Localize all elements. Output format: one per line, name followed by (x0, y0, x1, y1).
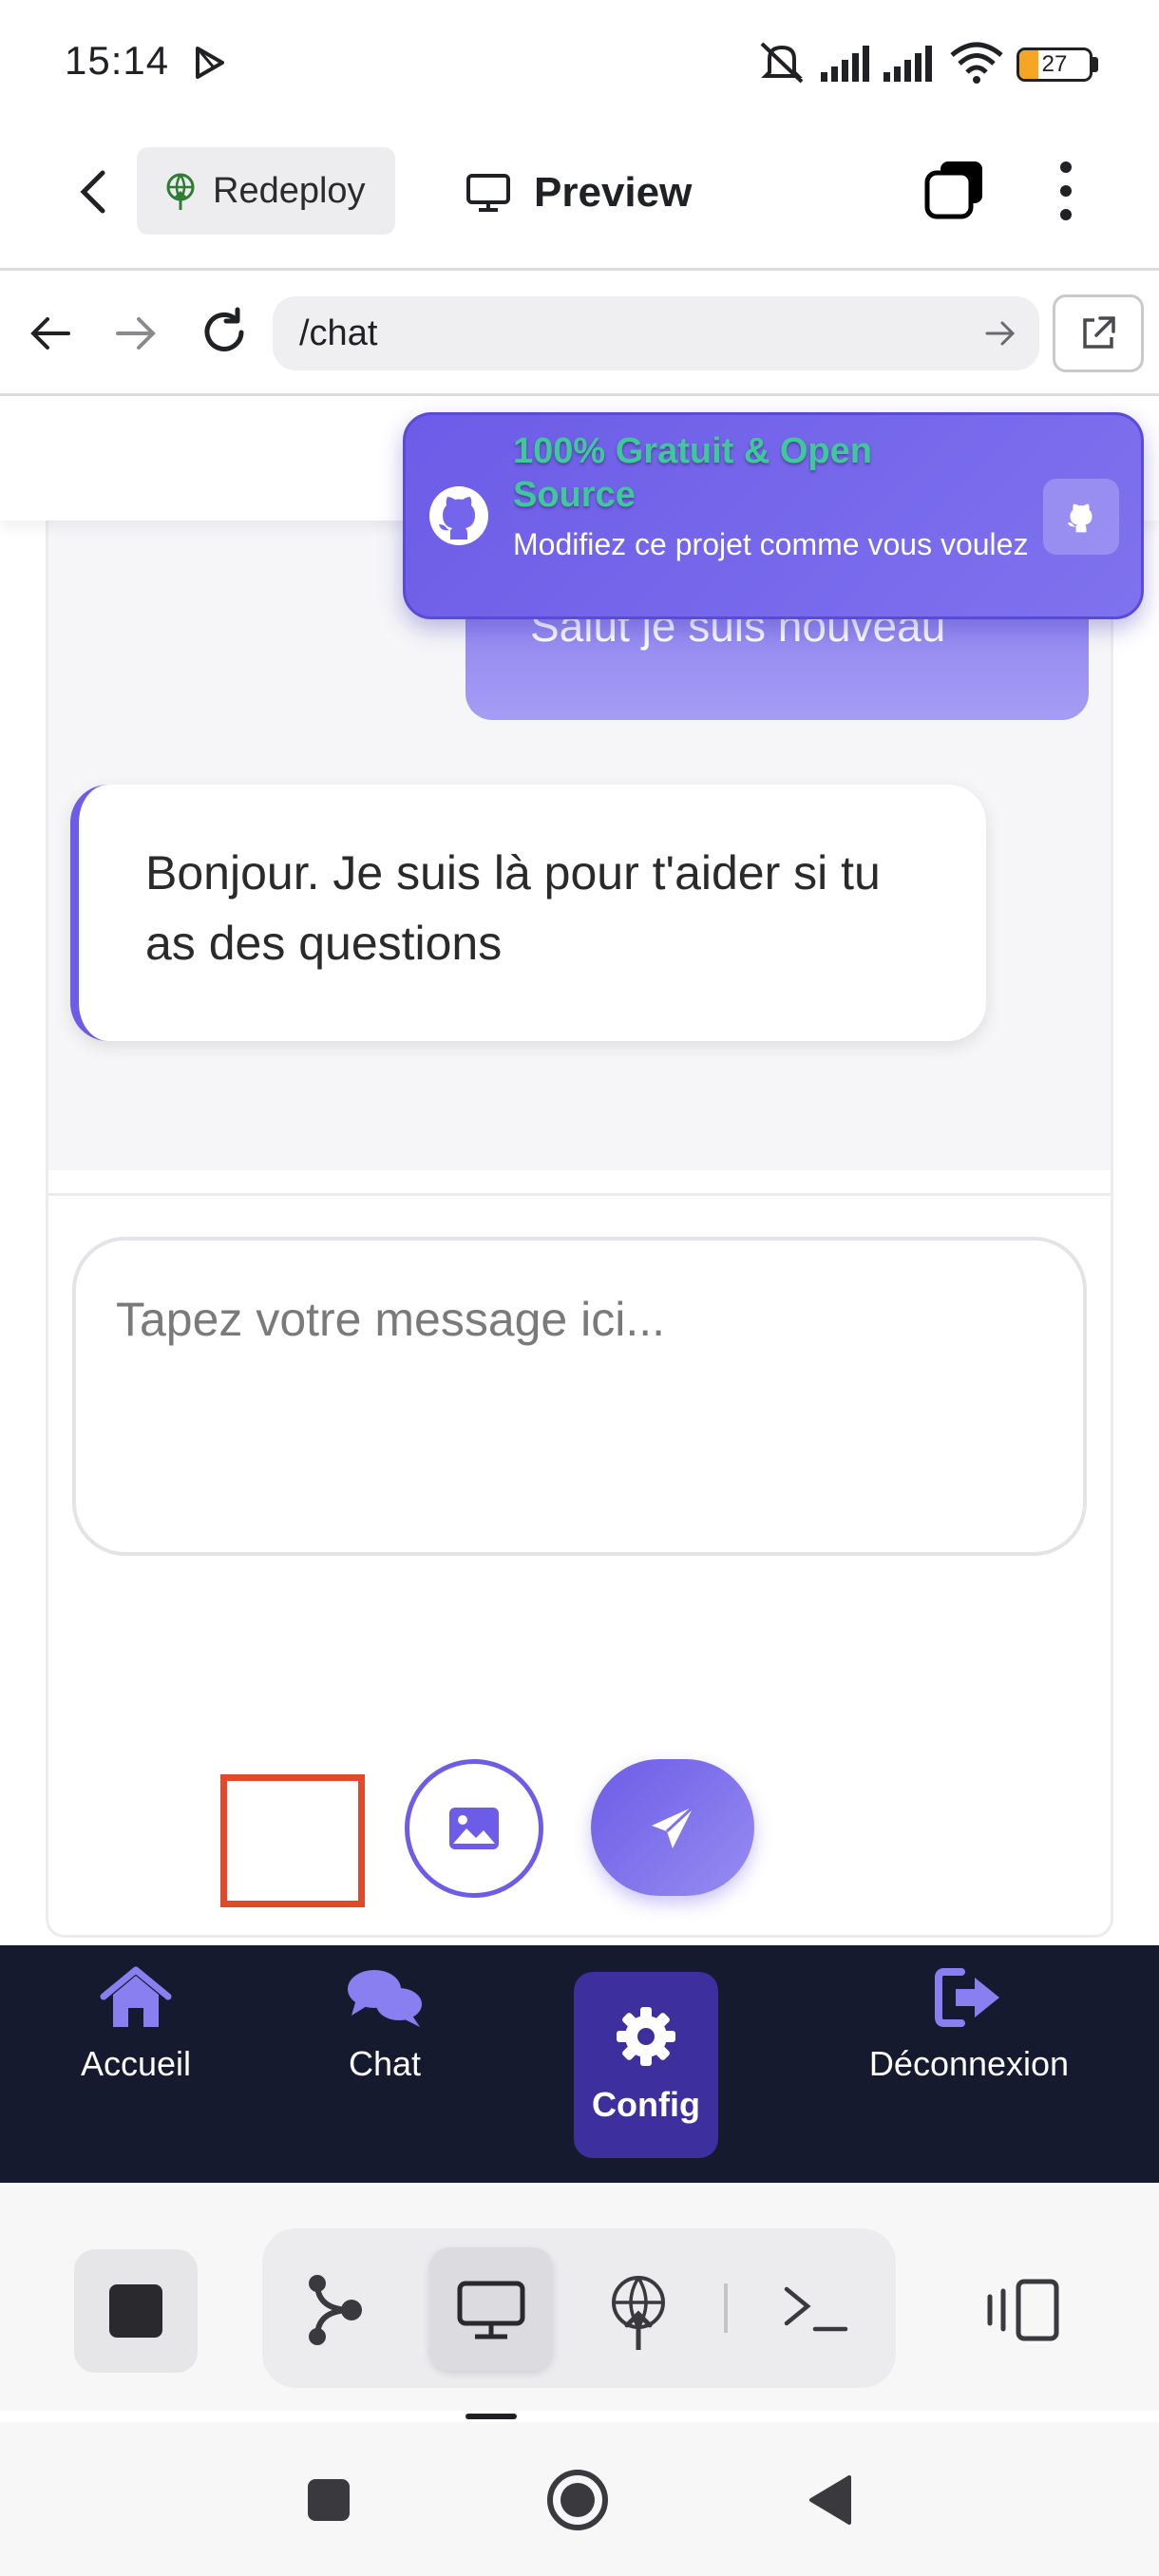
nav-label: Accueil (80, 2044, 192, 2083)
signal-icon-2 (884, 46, 937, 82)
globe-arrow-icon (163, 172, 198, 210)
external-link-icon (1083, 316, 1115, 349)
terminal-view-button[interactable] (783, 2282, 849, 2335)
nav-item-accueil[interactable]: Accueil (65, 1966, 207, 2084)
deploy-view-button[interactable] (608, 2274, 669, 2350)
redeploy-button[interactable]: Redeploy (137, 147, 395, 235)
terminal-icon (784, 2286, 848, 2332)
square-icon (308, 2479, 350, 2521)
home-button[interactable] (545, 2468, 610, 2532)
preview-tab[interactable]: Preview (466, 160, 692, 226)
browser-forward-button[interactable] (112, 310, 160, 357)
logout-icon (935, 1968, 999, 2027)
drag-handle[interactable] (466, 2414, 517, 2419)
nav-label: Config (592, 2085, 700, 2124)
url-text: /chat (299, 313, 378, 353)
toast-subtitle: Modifiez ce projet comme vous voulez (513, 527, 1029, 561)
back-button[interactable] (66, 161, 124, 222)
github-icon (1068, 503, 1092, 533)
signal-icon-1 (821, 46, 874, 82)
mute-icon (758, 40, 806, 84)
chat-icon (348, 1970, 422, 2027)
home-icon (100, 1966, 172, 2027)
highlight-box[interactable] (220, 1774, 365, 1907)
bot-message-bubble: Bonjour. Je suis là pour t'aider si tu a… (70, 785, 986, 1041)
nav-item-config[interactable]: Config (574, 1972, 718, 2158)
reload-button[interactable] (198, 306, 251, 359)
monitor-icon (466, 173, 511, 213)
battery-tip (1092, 57, 1098, 72)
github-link-button[interactable] (1043, 479, 1119, 555)
stop-button[interactable] (74, 2249, 198, 2373)
arrow-right-icon (116, 317, 156, 350)
globe-upload-icon (612, 2276, 665, 2350)
device-frame-icon (987, 2279, 1059, 2341)
triangle-back-icon (809, 2475, 851, 2525)
github-icon (428, 484, 490, 547)
bot-message-text: Bonjour. Je suis là pour t'aider si tu a… (145, 846, 881, 970)
url-field[interactable]: /chat (273, 296, 1039, 370)
nav-label: Chat (348, 2044, 422, 2083)
more-menu-button[interactable] (1045, 158, 1087, 224)
send-icon (652, 1805, 695, 1848)
arrow-left-icon (30, 317, 70, 350)
image-icon (449, 1808, 499, 1849)
battery-icon: 27 (1016, 47, 1092, 82)
tabs-button[interactable] (923, 158, 986, 220)
stop-icon (109, 2284, 162, 2338)
wifi-icon (950, 42, 1003, 84)
graph-view-button[interactable] (304, 2272, 367, 2348)
system-back-button[interactable] (806, 2473, 853, 2527)
circle-icon (547, 2470, 608, 2530)
monitor-icon (456, 2280, 526, 2340)
nav-item-deconnexion[interactable]: Déconnexion (855, 1966, 1083, 2084)
send-button[interactable] (591, 1759, 754, 1896)
status-time: 15:14 (65, 38, 170, 83)
play-store-icon (190, 44, 228, 82)
recents-button[interactable] (306, 2477, 352, 2523)
url-go-button[interactable] (984, 317, 1016, 350)
redeploy-label: Redeploy (213, 170, 366, 211)
battery-level: 27 (1041, 51, 1068, 77)
preview-label: Preview (534, 169, 693, 216)
nav-item-chat[interactable]: Chat (314, 1966, 456, 2084)
arrow-right-icon (985, 321, 1016, 346)
open-external-button[interactable] (1053, 294, 1144, 372)
separator (724, 2283, 728, 2333)
more-vertical-icon (1060, 161, 1072, 220)
nodes-icon (309, 2275, 362, 2345)
toast-title: 100% Gratuit & Open Source (513, 431, 872, 515)
device-rotate-button[interactable] (984, 2276, 1064, 2344)
attach-image-button[interactable] (405, 1759, 543, 1898)
nav-label: Déconnexion (868, 2044, 1070, 2083)
gear-icon (617, 2007, 675, 2066)
tabs-icon (924, 161, 982, 219)
divider (48, 1193, 1111, 1196)
refresh-icon (204, 307, 244, 351)
message-input[interactable]: Tapez votre message ici... (72, 1237, 1087, 1556)
chevron-left-icon (80, 170, 105, 214)
browser-back-button[interactable] (27, 310, 74, 357)
message-input-placeholder: Tapez votre message ici... (116, 1293, 666, 1346)
